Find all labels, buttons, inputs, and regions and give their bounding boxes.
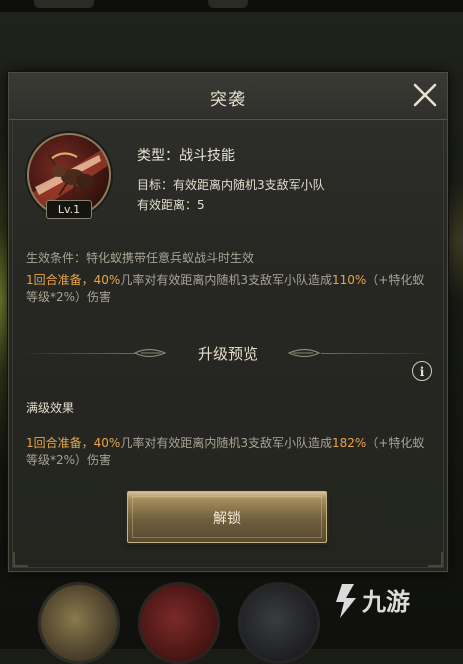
- top-bar-decoration: [208, 0, 248, 8]
- info-icon[interactable]: i: [412, 361, 432, 381]
- watermark-text: 九游: [361, 588, 410, 616]
- dialog-header: 突袭: [9, 73, 447, 120]
- unlock-button-label: 解锁: [213, 511, 241, 527]
- corner-ornament-icon: [13, 552, 28, 567]
- effect-chance: 40%: [93, 436, 121, 450]
- watermark-logo: 九游: [336, 584, 410, 618]
- skill-detail-dialog: 突袭 Lv.1 类型：战斗技能 目标：有效距离内随机3支敌军小队 有效距离：5 …: [8, 72, 448, 572]
- top-bar-background: [0, 0, 463, 12]
- skill-range: 有效距离：5: [137, 198, 205, 212]
- divider-line-right: [321, 353, 439, 354]
- effect-rounds: 1回合准备，: [26, 273, 94, 287]
- effect-desc: 几率对有效距离内随机3支敌军小队造成: [120, 436, 332, 450]
- level-badge: Lv.1: [46, 200, 92, 219]
- unlock-button[interactable]: 解锁: [127, 491, 327, 543]
- close-icon[interactable]: [411, 81, 439, 109]
- bottom-skill-button[interactable]: [138, 582, 220, 664]
- effect-rounds: 1回合准备，: [26, 436, 94, 450]
- skill-type: 类型：战斗技能: [137, 148, 235, 164]
- effect-chance: 40%: [93, 273, 121, 287]
- skill-target: 目标：有效距离内随机3支敌军小队: [137, 178, 325, 192]
- effect-damage: 182%: [331, 436, 367, 450]
- bottom-skill-button[interactable]: [238, 582, 320, 664]
- current-effect-text: 1回合准备，40%几率对有效距离内随机3支敌军小队造成110%（+特化蚁等级*2…: [26, 272, 436, 306]
- skill-condition: 生效条件：特化蚁携带任意兵蚁战斗时生效: [26, 251, 255, 265]
- effect-damage: 110%: [331, 273, 367, 287]
- effect-desc: 几率对有效距离内随机3支敌军小队造成: [120, 273, 332, 287]
- bottom-skill-button[interactable]: [38, 582, 120, 664]
- max-level-title: 满级效果: [26, 401, 75, 415]
- top-bar-decoration: [34, 0, 94, 8]
- max-effect-text: 1回合准备，40%几率对有效距离内随机3支敌军小队造成182%（+特化蚁等级*2…: [26, 435, 436, 469]
- dialog-title: 突袭: [210, 90, 246, 110]
- corner-ornament-icon: [428, 552, 443, 567]
- leaf-ornament-icon: [287, 348, 321, 358]
